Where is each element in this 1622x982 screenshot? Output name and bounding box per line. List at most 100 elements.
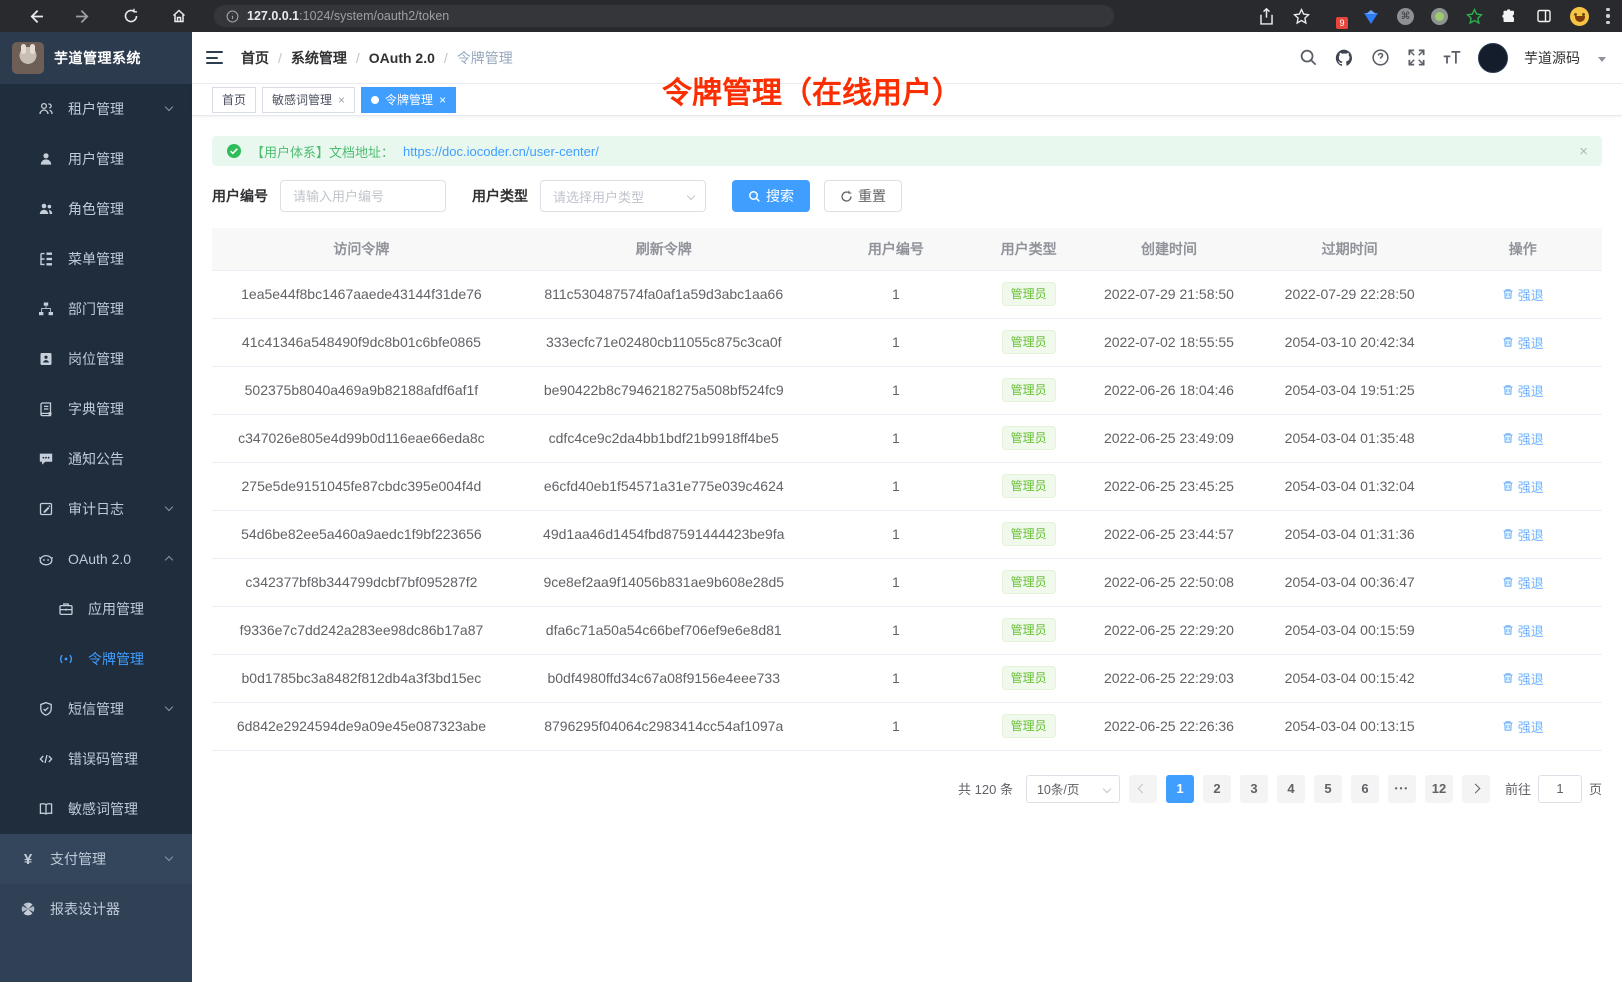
refresh-token-cell: cdfc4ce9c2da4bb1bdf21b9918ff4be5: [511, 414, 817, 462]
total-count: 共 120 条: [958, 779, 1013, 798]
force-logout-button[interactable]: 强退: [1502, 285, 1544, 304]
extension-command-icon[interactable]: ⌘: [1397, 8, 1414, 25]
browser-menu-icon[interactable]: [1606, 8, 1610, 24]
user-type-select[interactable]: 请选择用户类型: [540, 180, 706, 212]
bookmark-star-icon[interactable]: [1292, 7, 1310, 25]
profile-avatar-icon[interactable]: [1570, 7, 1589, 26]
sidebar-item-error-code[interactable]: 错误码管理: [0, 734, 192, 784]
site-info-icon[interactable]: [226, 10, 239, 23]
sidebar-item-notice[interactable]: 通知公告: [0, 434, 192, 484]
sidebar-item-dept[interactable]: 部门管理: [0, 284, 192, 334]
extensions-puzzle-icon[interactable]: [1500, 7, 1518, 25]
force-logout-button[interactable]: 强退: [1502, 381, 1544, 400]
force-logout-button[interactable]: 强退: [1502, 477, 1544, 496]
extension-gem-icon[interactable]: [1362, 7, 1380, 25]
doc-link[interactable]: https://doc.iocoder.cn/user-center/: [403, 144, 599, 159]
access-token-cell: f9336e7c7dd242a283ee98dc86b17a87: [212, 606, 511, 654]
side-panel-icon[interactable]: [1535, 7, 1553, 25]
force-logout-button[interactable]: 强退: [1502, 429, 1544, 448]
tag-token[interactable]: 令牌管理×: [361, 87, 456, 113]
sidebar-item-tenant[interactable]: 租户管理: [0, 84, 192, 134]
trash-icon: [1502, 480, 1514, 492]
sidebar-item-payment[interactable]: ¥ 支付管理: [0, 834, 192, 884]
sidebar-item-role[interactable]: 角色管理: [0, 184, 192, 234]
chevron-down-icon: [1103, 784, 1111, 792]
force-logout-button[interactable]: 强退: [1502, 525, 1544, 544]
extension-green-star-icon[interactable]: [1465, 7, 1483, 25]
force-logout-button[interactable]: 强退: [1502, 573, 1544, 592]
share-icon[interactable]: [1257, 7, 1275, 25]
table-row: 54d6be82ee5a460a9aedc1f9bf223656 49d1aa4…: [212, 510, 1602, 558]
tag-sensitive-word[interactable]: 敏感词管理×: [262, 87, 355, 113]
breadcrumb-system[interactable]: 系统管理: [291, 48, 347, 68]
next-page-button[interactable]: [1462, 775, 1490, 803]
collapse-sidebar-icon[interactable]: [206, 51, 223, 64]
help-icon[interactable]: [1370, 48, 1390, 68]
user-type-badge: 管理员: [1002, 570, 1056, 594]
extension-record-icon[interactable]: [1431, 8, 1448, 25]
page-button-2[interactable]: 2: [1203, 775, 1231, 803]
sidebar-item-sensitive-word[interactable]: 敏感词管理: [0, 784, 192, 834]
force-logout-button[interactable]: 强退: [1502, 669, 1544, 688]
sidebar-item-user[interactable]: 用户管理: [0, 134, 192, 184]
robot-icon: [38, 551, 54, 567]
reset-button[interactable]: 重置: [824, 180, 902, 212]
breadcrumb-oauth[interactable]: OAuth 2.0: [369, 50, 435, 66]
more-pages-button[interactable]: •••: [1388, 775, 1416, 803]
sidebar-item-report-designer[interactable]: 报表设计器: [0, 884, 192, 934]
browser-reload-icon[interactable]: [122, 7, 140, 25]
breadcrumb-home[interactable]: 首页: [241, 48, 269, 68]
sidebar-item-menu[interactable]: 菜单管理: [0, 234, 192, 284]
page-size-select[interactable]: 10条/页: [1026, 775, 1120, 803]
extension-blue-diamond-icon[interactable]: 9: [1327, 5, 1345, 27]
user-id-input[interactable]: [280, 180, 446, 212]
search-button[interactable]: 搜索: [732, 180, 810, 212]
font-size-icon[interactable]: [1442, 48, 1462, 68]
page-button-5[interactable]: 5: [1314, 775, 1342, 803]
page-content: 【用户体系】文档地址： https://doc.iocoder.cn/user-…: [192, 116, 1622, 823]
page-button-1[interactable]: 1: [1166, 775, 1194, 803]
breadcrumb-current: 令牌管理: [457, 48, 513, 68]
trash-icon: [1502, 576, 1514, 588]
browser-back-icon[interactable]: [26, 7, 44, 25]
alert-close-icon[interactable]: ×: [1579, 143, 1588, 160]
page-button-3[interactable]: 3: [1240, 775, 1268, 803]
caret-down-icon[interactable]: [1598, 57, 1606, 62]
force-logout-button[interactable]: 强退: [1502, 717, 1544, 736]
page-button-12[interactable]: 12: [1425, 775, 1453, 803]
trash-icon: [1502, 720, 1514, 732]
briefcase-icon: [58, 601, 74, 617]
sidebar-item-oauth-token[interactable]: 令牌管理: [0, 634, 192, 684]
access-token-cell: 275e5de9151045fe87cbdc395e004f4d: [212, 462, 511, 510]
table-row: f9336e7c7dd242a283ee98dc86b17a87 dfa6c71…: [212, 606, 1602, 654]
force-logout-button[interactable]: 强退: [1502, 621, 1544, 640]
goto-page-input[interactable]: [1538, 775, 1582, 803]
browser-address-bar[interactable]: 127.0.0.1:1024/system/oauth2/token: [214, 5, 1114, 27]
close-icon[interactable]: ×: [439, 94, 446, 106]
force-logout-button[interactable]: 强退: [1502, 333, 1544, 352]
user-type-cell: 管理员: [975, 270, 1082, 318]
sidebar-item-oauth[interactable]: OAuth 2.0: [0, 534, 192, 584]
username[interactable]: 芋道源码: [1524, 48, 1580, 68]
prev-page-button[interactable]: [1129, 775, 1157, 803]
search-icon[interactable]: [1298, 48, 1318, 68]
sidebar-item-dict[interactable]: 字典管理: [0, 384, 192, 434]
sidebar-item-post[interactable]: 岗位管理: [0, 334, 192, 384]
dictionary-book-icon: [38, 401, 54, 417]
user-avatar[interactable]: [1478, 43, 1508, 73]
sidebar-item-sms[interactable]: 短信管理: [0, 684, 192, 734]
browser-home-icon[interactable]: [170, 7, 188, 25]
refresh-token-cell: 333ecfc71e02480cb11055c875c3ca0f: [511, 318, 817, 366]
app-logo[interactable]: 芋道管理系统: [0, 32, 192, 84]
fullscreen-icon[interactable]: [1406, 48, 1426, 68]
page-button-6[interactable]: 6: [1351, 775, 1379, 803]
github-icon[interactable]: [1334, 48, 1354, 68]
close-icon[interactable]: ×: [338, 94, 345, 106]
sidebar-item-audit-log[interactable]: 审计日志: [0, 484, 192, 534]
action-cell: 强退: [1443, 462, 1602, 510]
breadcrumb: 首页/ 系统管理/ OAuth 2.0/ 令牌管理: [241, 48, 513, 68]
tag-home[interactable]: 首页: [212, 87, 256, 113]
page-button-4[interactable]: 4: [1277, 775, 1305, 803]
sidebar-item-oauth-app[interactable]: 应用管理: [0, 584, 192, 634]
browser-forward-icon[interactable]: [74, 7, 92, 25]
